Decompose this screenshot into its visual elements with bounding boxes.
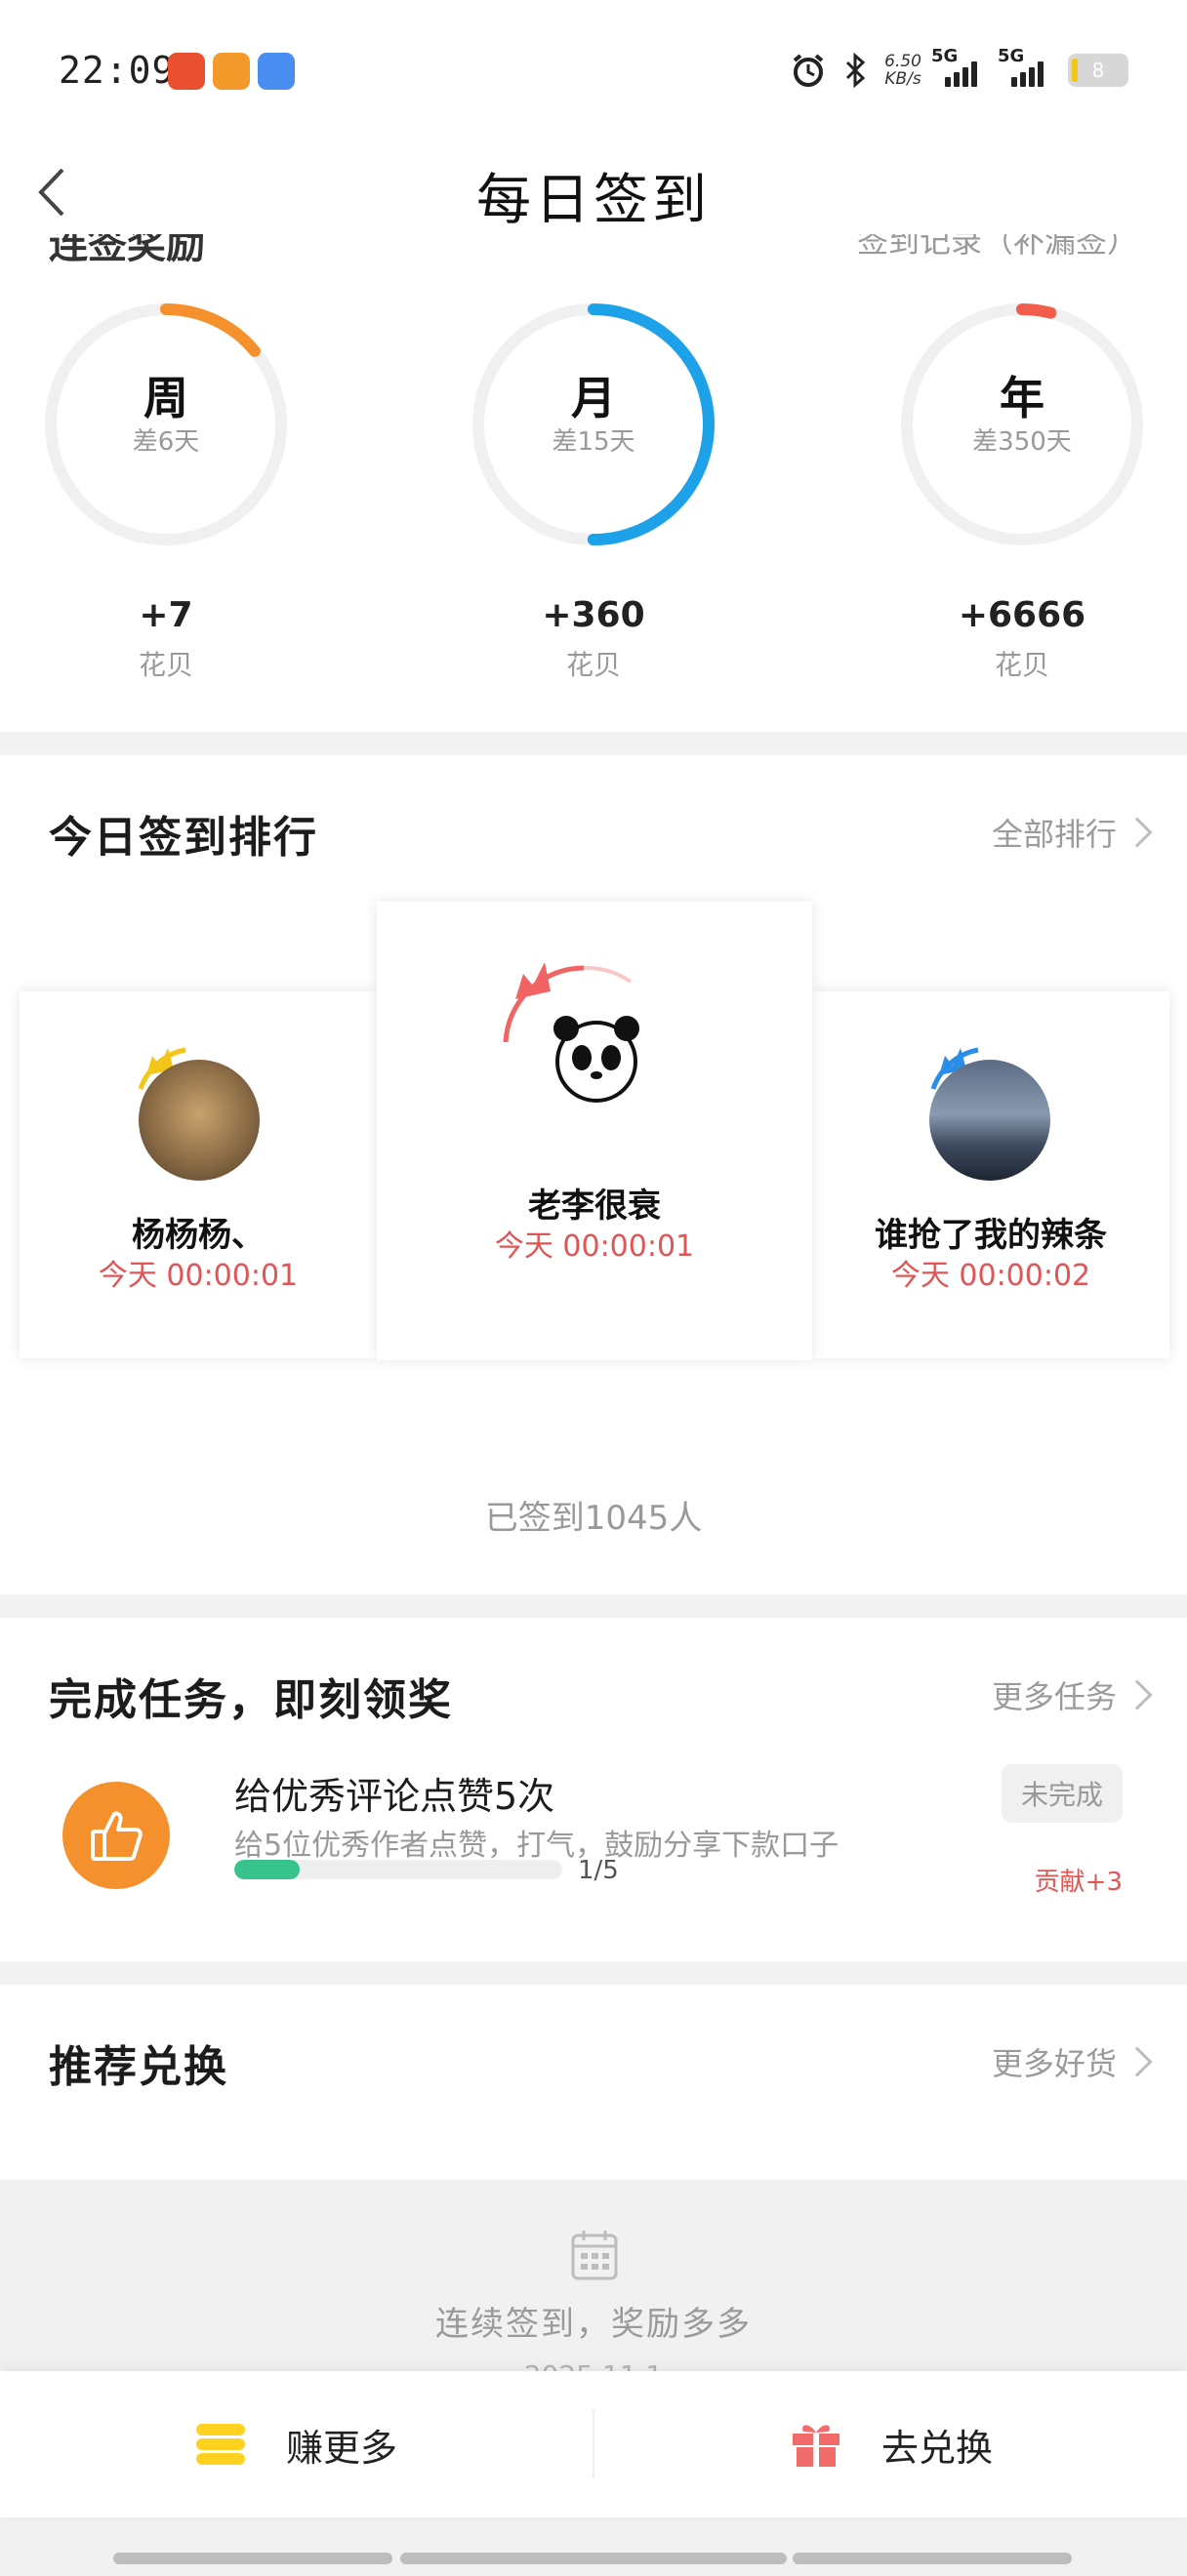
yearly-streak-ring: 年 差350天 +6666 花贝 (900, 302, 1144, 681)
chevron-right-icon (1122, 2046, 1153, 2077)
gesture-bar (113, 2553, 392, 2564)
signed-count: 已签到1045人 (484, 1499, 703, 1538)
ring-reward: +6666 (958, 595, 1086, 635)
section-divider (0, 1594, 1187, 1618)
panda-icon (553, 1016, 639, 1103)
ranking-title: 今日签到排行 (49, 813, 318, 863)
task-reward: 贡献+3 (1034, 1868, 1123, 1897)
rank-card-third[interactable]: 谁抢了我的辣条 今天 00:00:02 (812, 991, 1169, 1358)
app-notification-icon (168, 53, 205, 90)
bottom-bar-separator (593, 2410, 594, 2478)
status-time: 22:09 (59, 49, 176, 92)
earn-more-button[interactable]: 赚更多 (0, 2371, 592, 2517)
gift-icon (792, 2425, 839, 2467)
ring-remaining: 差6天 (132, 427, 200, 457)
task-progress-text: 1/5 (578, 1856, 619, 1885)
rank-card-first[interactable]: 老李很衰 今天 00:00:01 (377, 902, 812, 1360)
more-tasks-link[interactable]: 更多任务 (991, 1672, 1153, 1717)
ring-reward-unit: 花贝 (138, 649, 193, 681)
sign-record-link[interactable]: 签到记录（补漏签） (857, 234, 1138, 262)
monthly-streak-ring: 月 差15天 +360 花贝 (471, 302, 716, 681)
signal-icon: 5G (998, 46, 1054, 87)
rank-card-second[interactable]: 杨杨杨、 今天 00:00:01 (20, 991, 377, 1358)
calendar-icon (571, 2231, 618, 2280)
section-divider (0, 1961, 1187, 1985)
more-tasks-label: 更多任务 (991, 1678, 1117, 1715)
ring-remaining: 差350天 (972, 427, 1072, 457)
ring-reward-unit: 花贝 (994, 649, 1049, 681)
task-progress-bar (234, 1860, 562, 1879)
streak-rewards-section: 连签奖励 签到记录（补漏签） 周 差6天 +7 花贝 月 差15天 +360 花… (0, 234, 1187, 732)
chevron-right-icon (1122, 817, 1153, 848)
avatar[interactable] (139, 1060, 260, 1181)
rank-sign-time: 今天 00:00:01 (494, 1229, 695, 1264)
notification-icons (168, 53, 295, 90)
exchange-label: 去兑换 (880, 2426, 993, 2470)
coins-icon (195, 2424, 245, 2465)
tasks-title: 完成任务，即刻领奖 (49, 1675, 453, 1725)
ring-label: 月 (571, 372, 616, 424)
gesture-bar (400, 2553, 787, 2564)
all-ranking-link[interactable]: 全部排行 (991, 810, 1153, 855)
all-ranking-label: 全部排行 (991, 816, 1117, 853)
chevron-right-icon (1122, 1679, 1153, 1711)
earn-more-label: 赚更多 (285, 2426, 397, 2470)
ring-reward-unit: 花贝 (565, 649, 621, 681)
net-speed: 6.50 KB/s (884, 52, 921, 89)
gesture-bar (793, 2553, 1072, 2564)
avatar[interactable] (929, 1060, 1050, 1181)
streak-section-title: 连签奖励 (49, 234, 205, 267)
status-bar: 22:09 6.50 KB/s 5G 5G 8 (0, 0, 1187, 146)
alarm-icon (793, 54, 824, 87)
section-divider (0, 732, 1187, 755)
ring-reward: +7 (139, 595, 193, 635)
rank-user-name: 杨杨杨、 (132, 1216, 265, 1255)
app-notification-icon (213, 53, 250, 90)
rank-sign-time: 今天 00:00:01 (98, 1259, 299, 1293)
exchange-button[interactable]: 去兑换 (595, 2371, 1187, 2517)
page-title: 每日签到 (476, 169, 711, 232)
bottom-action-bar: 赚更多 去兑换 (0, 2371, 1187, 2517)
app-notification-icon (258, 53, 295, 90)
task-title: 给优秀评论点赞5次 (234, 1775, 555, 1818)
ring-reward: +360 (542, 595, 645, 635)
more-goods-label: 更多好货 (991, 2045, 1117, 2082)
avatar[interactable] (533, 995, 660, 1122)
battery-icon: 8 (1068, 54, 1128, 87)
empty-state-text: 连续签到，奖励多多 (435, 2305, 752, 2344)
ring-remaining: 差15天 (552, 427, 635, 457)
bluetooth-icon (846, 52, 866, 89)
signal-icon: 5G (931, 46, 988, 87)
ring-label: 年 (1000, 372, 1044, 424)
rank-user-name: 老李很衰 (528, 1187, 661, 1226)
rank-sign-time: 今天 00:00:02 (890, 1259, 1091, 1293)
recommend-title: 推荐兑换 (49, 2042, 228, 2092)
more-goods-link[interactable]: 更多好货 (991, 2039, 1153, 2084)
rank-user-name: 谁抢了我的辣条 (875, 1216, 1107, 1255)
weekly-streak-ring: 周 差6天 +7 花贝 (44, 302, 288, 681)
task-status-button[interactable]: 未完成 (1002, 1764, 1123, 1823)
ring-label: 周 (143, 372, 188, 424)
task-description: 给5位优秀作者点赞，打气，鼓励分享下款口子 (234, 1829, 839, 1863)
thumbs-up-icon (62, 1782, 170, 1889)
